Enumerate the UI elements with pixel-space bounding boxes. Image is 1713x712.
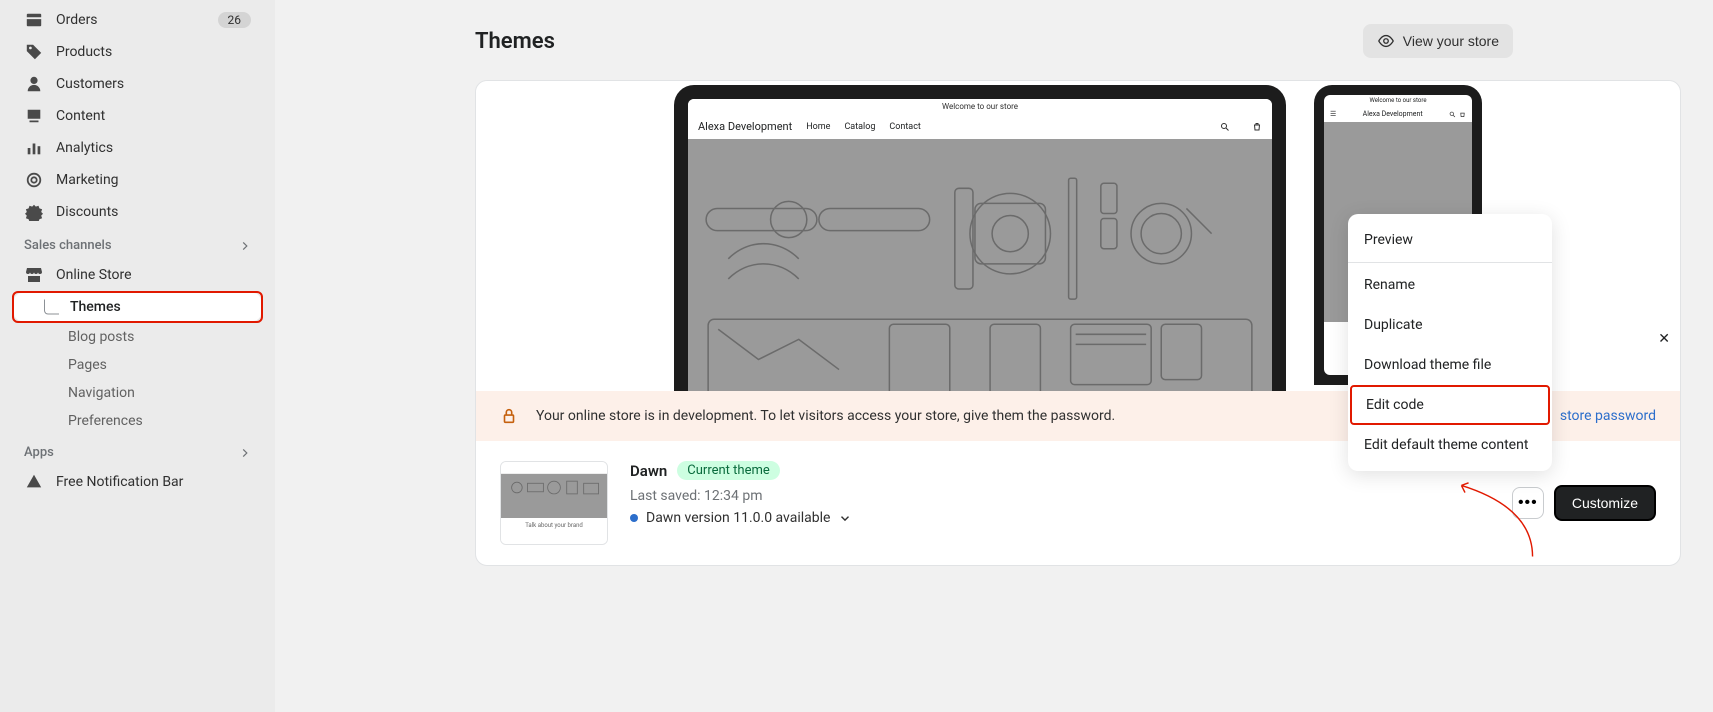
mobile-store-name: Alexa Development [1363,110,1423,118]
page-header: Themes View your store [475,24,1513,58]
sidebar-item-label: Customers [56,76,124,92]
orders-icon [24,10,44,30]
sidebar-item-customers[interactable]: Customers [12,68,263,100]
dots-icon: ••• [1518,494,1538,512]
dropdown-edit-default-content[interactable]: Edit default theme content [1348,425,1552,465]
view-store-button[interactable]: View your store [1363,24,1513,58]
sidebar-item-content[interactable]: Content [12,100,263,132]
sales-channels-header[interactable]: Sales channels [12,228,263,259]
eye-icon [1377,32,1395,50]
dropdown-preview[interactable]: Preview [1348,220,1552,260]
update-dot-icon [630,514,638,522]
sidebar-item-label: Analytics [56,140,113,156]
theme-actions: ••• Customize [1512,485,1656,521]
store-body [688,139,1272,391]
highlight-annotation-themes: Themes [12,291,263,323]
sidebar-item-products[interactable]: Products [12,36,263,68]
thumb-footer: Talk about your brand [501,518,607,544]
thumb-header [501,462,607,474]
online-store-icon [24,265,44,285]
desktop-preview: Welcome to our store Alexa Development H… [674,85,1286,391]
app-icon [24,472,44,492]
sidebar-item-label: Free Notification Bar [56,474,183,490]
hamburger-icon: ☰ [1330,110,1336,118]
marketing-icon [24,170,44,190]
analytics-icon [24,138,44,158]
sidebar-sub-themes[interactable]: Themes [14,293,261,321]
dropdown-rename[interactable]: Rename [1348,265,1552,305]
main-content: Themes View your store Welcome to our st… [275,0,1713,712]
cart-icon [1252,122,1262,132]
sidebar-sub-preferences[interactable]: Preferences [12,407,263,435]
sidebar-item-label: Online Store [56,267,132,283]
page-title: Themes [475,29,555,54]
theme-name: Dawn [630,462,667,480]
store-welcome-banner: Welcome to our store [688,99,1272,114]
section-label: Sales channels [24,238,112,253]
theme-last-saved: Last saved: 12:34 pm [630,488,1656,504]
sidebar-item-discounts[interactable]: Discounts [12,196,263,228]
dropdown-divider [1348,262,1552,263]
discounts-icon [24,202,44,222]
cart-icon [1459,111,1466,118]
search-icon [1449,111,1456,118]
nav-home: Home [806,122,830,132]
theme-version-row[interactable]: Dawn version 11.0.0 available [630,510,1656,526]
sidebar-item-marketing[interactable]: Marketing [12,164,263,196]
chevron-down-icon [838,511,852,525]
search-icon [1220,122,1230,132]
sidebar-item-label: Products [56,44,112,60]
warning-text: Your online store is in development. To … [536,408,1115,424]
content-icon [24,106,44,126]
mobile-header: ☰ Alexa Development [1324,106,1472,122]
store-header: Alexa Development Home Catalog Contact [688,114,1272,139]
sidebar: Orders 26 Products Customers Content Ana… [0,0,275,712]
apps-header[interactable]: Apps [12,435,263,466]
sidebar-item-online-store[interactable]: Online Store [12,259,263,291]
sidebar-item-orders[interactable]: Orders 26 [12,4,263,36]
store-name: Alexa Development [698,120,792,133]
sidebar-item-label: Orders [56,12,98,28]
sidebar-app-free-notification-bar[interactable]: Free Notification Bar [12,466,263,498]
desktop-preview-inner: Welcome to our store Alexa Development H… [688,99,1272,391]
sidebar-item-label: Marketing [56,172,119,188]
orders-badge: 26 [218,12,252,28]
close-icon[interactable]: ✕ [1658,331,1670,347]
store-password-link[interactable]: store password [1560,408,1656,424]
nav-catalog: Catalog [844,122,875,132]
view-store-label: View your store [1403,33,1499,49]
sidebar-item-label: Discounts [56,204,118,220]
sidebar-item-label: Content [56,108,105,124]
theme-thumbnail: Talk about your brand [500,461,608,545]
sidebar-item-analytics[interactable]: Analytics [12,132,263,164]
thumb-body [501,474,607,518]
chevron-right-icon [239,240,251,252]
nav-contact: Contact [889,122,920,132]
current-theme-badge: Current theme [677,461,779,480]
theme-version-label: Dawn version 11.0.0 available [646,510,830,526]
section-label: Apps [24,445,54,460]
sidebar-sub-blog-posts[interactable]: Blog posts [12,323,263,351]
theme-actions-dropdown: Preview Rename Duplicate Download theme … [1348,214,1552,471]
dropdown-duplicate[interactable]: Duplicate [1348,305,1552,345]
sidebar-sub-pages[interactable]: Pages [12,351,263,379]
lock-icon [500,407,518,425]
dropdown-download[interactable]: Download theme file [1348,345,1552,385]
more-actions-button[interactable]: ••• [1512,487,1544,519]
theme-card: Welcome to our store Alexa Development H… [475,80,1681,566]
sidebar-sub-navigation[interactable]: Navigation [12,379,263,407]
customers-icon [24,74,44,94]
customize-button[interactable]: Customize [1554,485,1656,521]
mobile-welcome-banner: Welcome to our store [1324,95,1472,106]
products-icon [24,42,44,62]
dropdown-edit-code[interactable]: Edit code [1350,385,1550,425]
chevron-right-icon [239,447,251,459]
